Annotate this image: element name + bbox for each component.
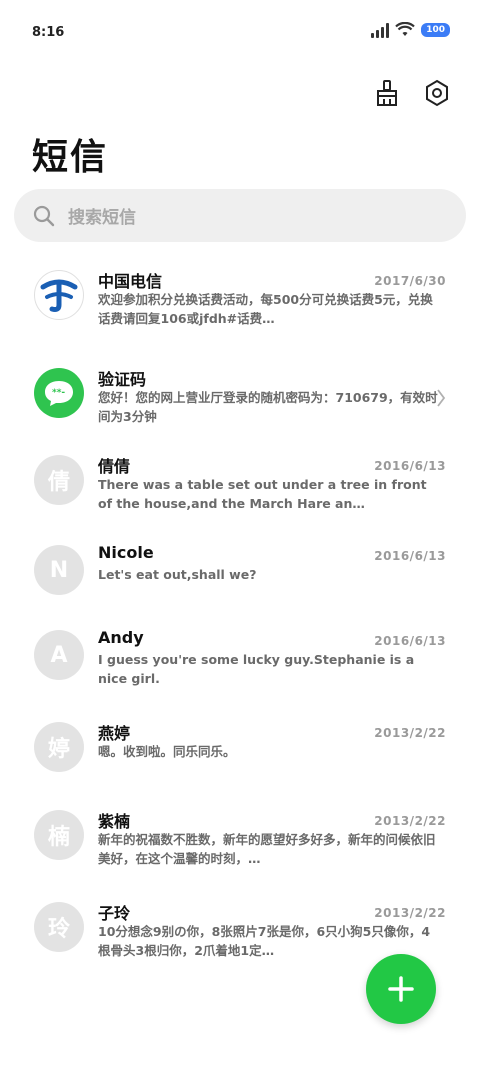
search-input[interactable]: 搜索短信: [14, 189, 466, 242]
settings-icon: [426, 79, 448, 107]
conversation-item[interactable]: 楠 紫楠 2013/2/22 新年的祝福数不胜数，新年的愿望好多好多，新年的问候…: [0, 802, 480, 888]
status-time: 8:16: [32, 25, 65, 40]
avatar: A: [34, 630, 84, 680]
contact-name: Andy: [98, 628, 144, 647]
contact-name: 倩倩: [98, 457, 131, 476]
conversation-item[interactable]: 中国电信 2017/6/30 欢迎参加积分兑换话费活动，每500分可兑换话费5元…: [0, 262, 480, 348]
avatar: 玲: [34, 902, 84, 952]
contact-name: Nicole: [98, 543, 154, 562]
telecom-logo: [34, 270, 84, 320]
contact-name: 紫楠: [98, 812, 131, 831]
chat-bubble-icon: **-: [45, 381, 73, 406]
broom-icon: [377, 80, 397, 106]
avatar: 楠: [34, 810, 84, 860]
message-date: 2013/2/22: [374, 814, 446, 828]
signal-icon: [371, 22, 390, 38]
chat-bubble-avatar: **-: [34, 368, 84, 418]
china-telecom-logo-icon: [40, 279, 78, 312]
conversation-item[interactable]: N Nicole 2016/6/13 Let's eat out,shall w…: [0, 537, 480, 623]
page-title: 短信: [32, 137, 109, 178]
search-placeholder: 搜索短信: [68, 208, 136, 228]
message-preview: 10分想念9别の你，8张照片7张是你，6只小狗5只像你，4根骨头3根归你，2爪着…: [98, 924, 431, 958]
contact-name: 验证码: [98, 370, 147, 389]
conversation-item[interactable]: **- 验证码 您好！您的网上营业厅登录的随机密码为：710679，有效时间为3…: [0, 360, 480, 446]
plus-icon: [388, 976, 414, 1002]
message-date: 2013/2/22: [374, 726, 446, 740]
search-icon: [33, 205, 55, 226]
message-date: 2016/6/13: [374, 634, 446, 648]
contact-name: 子玲: [98, 904, 131, 923]
message-date: 2016/6/13: [374, 549, 446, 563]
message-date: 2016/6/13: [374, 459, 446, 473]
message-preview: 新年的祝福数不胜数，新年的愿望好多好多，新年的问候依旧美好，在这个温馨的时刻，…: [98, 832, 436, 866]
battery-indicator: 100: [421, 23, 450, 37]
message-preview: I guess you're some lucky guy.Stephanie …: [98, 652, 415, 686]
contact-name: 燕婷: [98, 724, 131, 743]
conversation-item[interactable]: 倩 倩倩 2016/6/13 There was a table set out…: [0, 447, 480, 533]
message-date: 2017/6/30: [374, 274, 446, 288]
message-preview: 欢迎参加积分兑换话费活动，每500分可兑换话费5元，兑换话费请回复106或jfd…: [98, 292, 433, 326]
chevron-right-icon: [437, 389, 446, 407]
settings-button[interactable]: [422, 78, 452, 108]
conversation-list: 中国电信 2017/6/30 欢迎参加积分兑换话费活动，每500分可兑换话费5元…: [0, 262, 480, 348]
message-preview: Let's eat out,shall we?: [98, 567, 257, 582]
avatar: 倩: [34, 455, 84, 505]
message-preview: 嗯。收到啦。同乐同乐。: [98, 744, 236, 759]
message-date: 2013/2/22: [374, 906, 446, 920]
message-preview: 您好！您的网上营业厅登录的随机密码为：710679，有效时间为3分钟: [98, 390, 438, 424]
new-message-button[interactable]: [366, 954, 436, 1024]
contact-name: 中国电信: [98, 272, 163, 291]
svg-text:**-: **-: [52, 388, 65, 398]
header-actions: [372, 78, 452, 108]
message-preview: There was a table set out under a tree i…: [98, 477, 427, 511]
avatar: N: [34, 545, 84, 595]
avatar: 婷: [34, 722, 84, 772]
conversation-item[interactable]: 婷 燕婷 2013/2/22 嗯。收到啦。同乐同乐。: [0, 714, 480, 800]
conversation-item[interactable]: A Andy 2016/6/13 I guess you're some luc…: [0, 622, 480, 708]
status-icons: 100: [371, 22, 450, 38]
status-bar: 8:16 100: [0, 0, 480, 60]
clean-button[interactable]: [372, 78, 402, 108]
wifi-icon: [395, 22, 415, 36]
